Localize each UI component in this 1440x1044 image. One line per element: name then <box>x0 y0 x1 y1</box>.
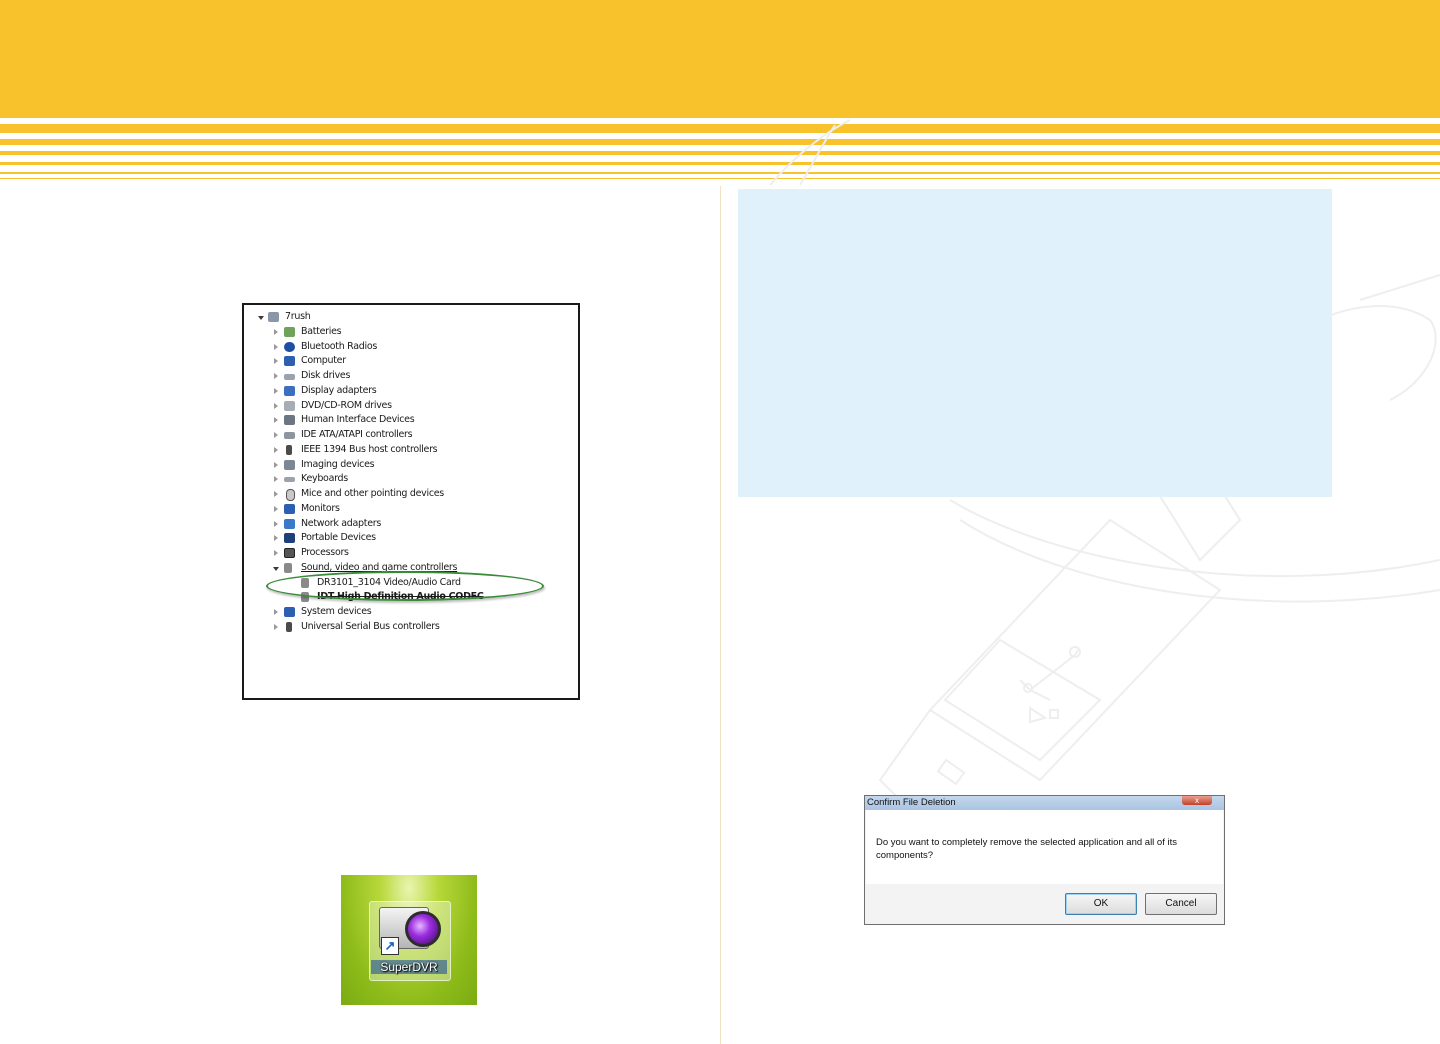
tree-item[interactable]: System devices <box>244 606 578 621</box>
tree-item-label: Keyboards <box>301 473 348 485</box>
tree-item-label: IEEE 1394 Bus host controllers <box>301 443 438 455</box>
tree-item-label: System devices <box>301 606 372 617</box>
imaging-device-icon <box>284 459 295 470</box>
collapse-arrow-icon[interactable] <box>274 461 278 468</box>
tree-item[interactable]: Portable Devices <box>244 532 578 547</box>
tree-item[interactable]: Keyboards <box>244 473 578 488</box>
tree-item-label: Processors <box>301 547 349 558</box>
bluetooth-icon <box>284 341 295 352</box>
collapse-arrow-icon[interactable] <box>274 417 278 424</box>
confirm-dialog: Confirm File Deletion x Do you want to c… <box>864 795 1225 925</box>
ieee1394-icon <box>286 444 292 455</box>
tree-item[interactable]: Computer <box>244 355 578 370</box>
monitor-icon <box>284 503 295 514</box>
speaker-icon <box>284 562 292 573</box>
collapse-arrow-icon[interactable] <box>274 328 278 335</box>
tree-item[interactable]: Bluetooth Radios <box>244 341 578 356</box>
tree-item-label: Human Interface Devices <box>301 414 415 426</box>
collapse-arrow-icon[interactable] <box>274 446 278 453</box>
tree-item-label: Imaging devices <box>301 458 375 470</box>
tree-item-label: Portable Devices <box>301 532 376 544</box>
tree-item[interactable]: Network adapters <box>244 518 578 533</box>
battery-icon <box>284 326 295 337</box>
computer-icon <box>284 356 295 367</box>
dialog-title: Confirm File Deletion <box>867 797 956 808</box>
desktop-background: ↗ SuperDVR <box>341 875 477 1005</box>
tree-item-label: Disk drives <box>301 370 351 381</box>
tree-item[interactable]: Display adapters <box>244 385 578 400</box>
processor-icon <box>284 548 295 558</box>
collapse-arrow-icon[interactable] <box>274 476 278 483</box>
ide-controller-icon <box>284 432 295 439</box>
dialog-body: Do you want to completely remove the sel… <box>866 810 1223 884</box>
tree-item-label: IDE ATA/ATAPI controllers <box>301 429 413 440</box>
shortcut-arrow-icon: ↗ <box>381 937 399 955</box>
tree-item[interactable]: Mice and other pointing devices <box>244 488 578 503</box>
tree-item[interactable]: Processors <box>244 547 578 562</box>
tree-item[interactable]: Batteries <box>244 326 578 341</box>
tree-item[interactable]: Imaging devices <box>244 459 578 474</box>
tree-root[interactable]: 7rush <box>244 311 578 326</box>
close-icon[interactable]: x <box>1182 796 1212 805</box>
computer-icon <box>268 312 279 322</box>
tree-root-label: 7rush <box>285 311 311 322</box>
keyboard-icon <box>284 477 295 483</box>
hid-icon <box>284 415 295 426</box>
device-manager-screenshot: 7rush Batteries Bluetooth Radios Compute… <box>242 303 580 700</box>
usb-controller-icon <box>286 621 292 632</box>
tree-item-label: Bluetooth Radios <box>301 340 377 352</box>
mouse-icon <box>286 489 295 501</box>
display-adapter-icon <box>284 385 295 396</box>
tree-item-label: Display adapters <box>301 384 377 396</box>
tree-item-label: Batteries <box>301 325 342 337</box>
system-device-icon <box>284 607 295 617</box>
dialog-message: Do you want to completely remove the sel… <box>876 837 1177 861</box>
collapse-arrow-icon[interactable] <box>274 623 278 630</box>
tree-item[interactable]: Human Interface Devices <box>244 414 578 429</box>
collapse-arrow-icon[interactable] <box>274 609 278 615</box>
tree-item-label: Computer <box>301 355 346 367</box>
desktop-icon-label[interactable]: SuperDVR <box>371 960 447 974</box>
tree-item[interactable]: Universal Serial Bus controllers <box>244 621 578 636</box>
dialog-title-bar[interactable]: Confirm File Deletion x <box>865 796 1224 810</box>
tree-item[interactable]: IDE ATA/ATAPI controllers <box>244 429 578 444</box>
collapse-arrow-icon[interactable] <box>274 520 278 527</box>
info-box <box>738 189 1332 497</box>
dvd-drive-icon <box>284 400 295 411</box>
tree-item-label: Network adapters <box>301 517 382 529</box>
tree-item[interactable]: DVD/CD-ROM drives <box>244 400 578 415</box>
tree-item-label: DVD/CD-ROM drives <box>301 399 392 411</box>
tree-item-label: Mice and other pointing devices <box>301 488 444 499</box>
camera-lens-icon <box>405 911 441 947</box>
collapse-arrow-icon[interactable] <box>274 373 278 379</box>
tree-item[interactable]: Disk drives <box>244 370 578 385</box>
highlight-oval <box>266 571 544 601</box>
collapse-arrow-icon[interactable] <box>274 535 278 542</box>
tree-item[interactable]: Monitors <box>244 503 578 518</box>
tree-item-label: Universal Serial Bus controllers <box>301 620 440 632</box>
cancel-button[interactable]: Cancel <box>1145 893 1217 915</box>
collapse-arrow-icon[interactable] <box>274 387 278 394</box>
collapse-arrow-icon[interactable] <box>274 491 278 497</box>
ok-button[interactable]: OK <box>1065 893 1137 915</box>
expand-arrow-icon[interactable] <box>258 316 264 320</box>
expand-arrow-icon[interactable] <box>273 566 279 571</box>
tree-item[interactable]: IEEE 1394 Bus host controllers <box>244 444 578 459</box>
tree-item-label: Monitors <box>301 502 340 514</box>
collapse-arrow-icon[interactable] <box>274 358 278 365</box>
disk-drive-icon <box>284 374 295 380</box>
collapse-arrow-icon[interactable] <box>274 432 278 438</box>
collapse-arrow-icon[interactable] <box>274 402 278 409</box>
collapse-arrow-icon[interactable] <box>274 550 278 556</box>
collapse-arrow-icon[interactable] <box>274 505 278 512</box>
portable-device-icon <box>284 533 295 544</box>
network-adapter-icon <box>284 518 295 529</box>
column-divider <box>720 186 721 1044</box>
collapse-arrow-icon[interactable] <box>274 343 278 350</box>
